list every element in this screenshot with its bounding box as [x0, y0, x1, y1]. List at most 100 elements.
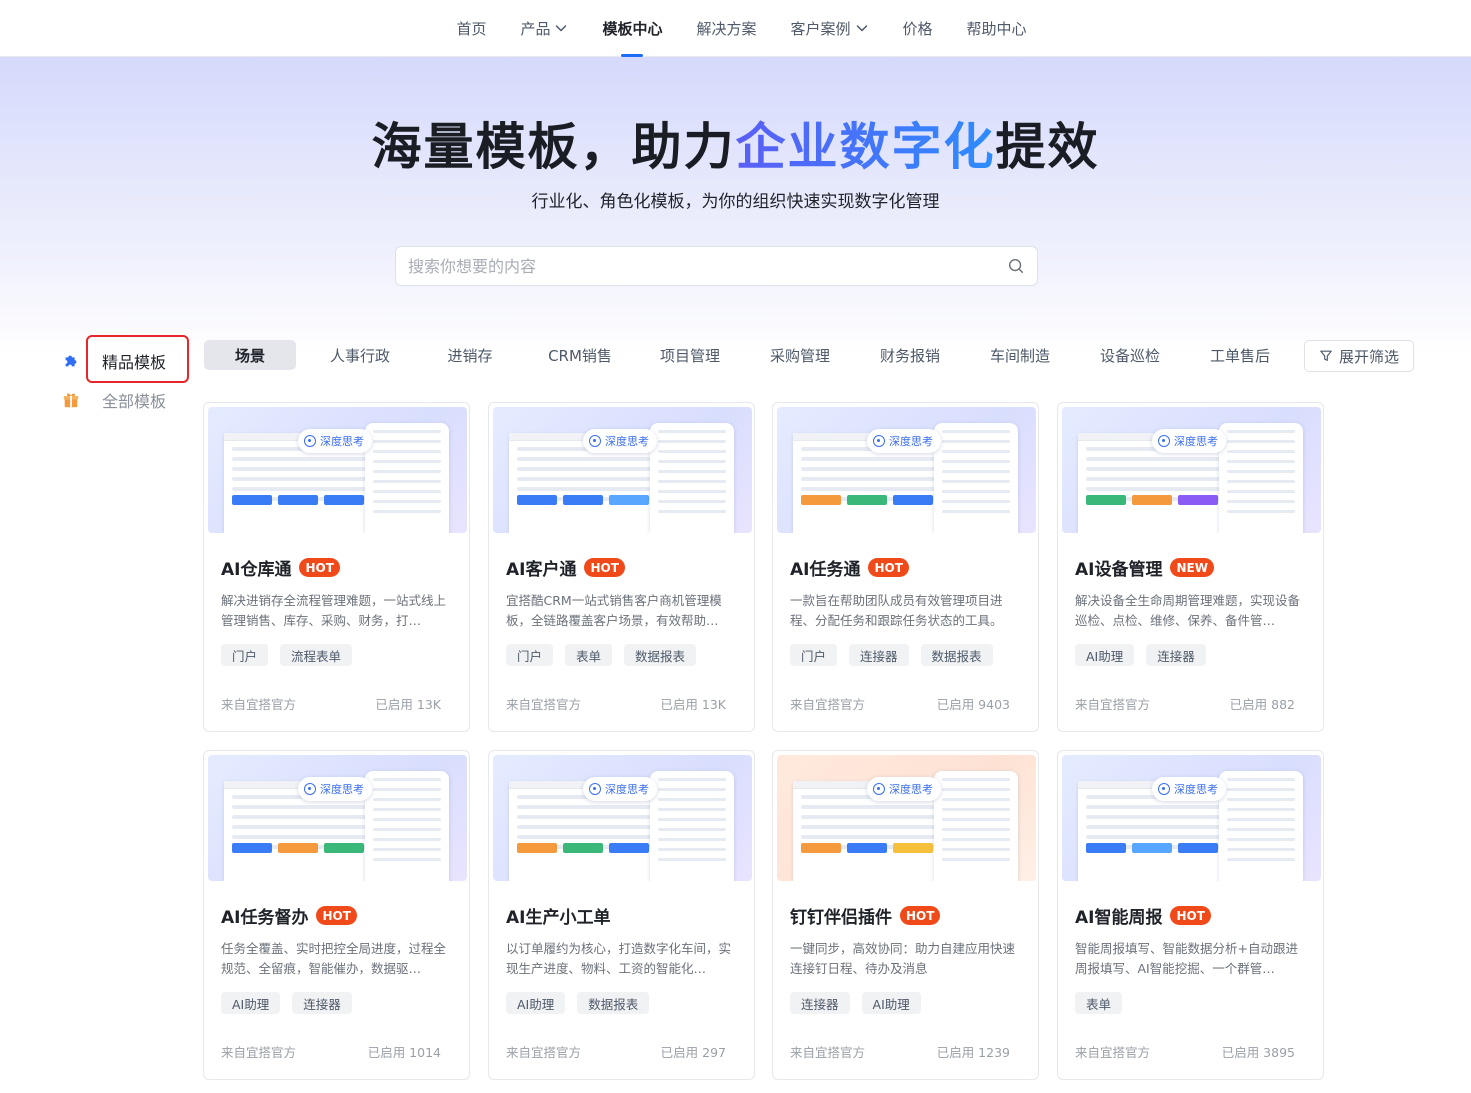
card-title: 钉钉伴侣插件 HOT [790, 903, 941, 928]
status-badge: NEW [1170, 558, 1214, 577]
card-footer: 来自宜搭官方 已启用 297 [506, 1042, 726, 1061]
template-thumbnail: 深度思考 [777, 407, 1036, 533]
card-title-text: AI仓库通 [221, 560, 292, 580]
nav-item-label: 客户案例 [790, 19, 851, 38]
thumbnail-phone-mock [650, 771, 734, 881]
card-tags: 门户 流程表单 [221, 644, 364, 666]
bulb-icon [589, 435, 601, 447]
deep-think-chip: 深度思考 [298, 429, 372, 453]
thumbnail-phone-mock [650, 423, 734, 533]
tab-0[interactable]: 场景 [204, 340, 296, 370]
template-card[interactable]: 深度思考 AI生产小工单 以订单履约为核心，打造数字化车间，实现生产进度、物料、工资… [488, 750, 755, 1080]
card-title-text: AI生产小工单 [506, 908, 611, 928]
card-tags: 连接器 AI助理 [790, 992, 933, 1014]
tab-9[interactable]: 工单售后 [1194, 340, 1286, 370]
template-card[interactable]: 深度思考 AI智能周报 HOT 智能周报填写、智能数据分析+自动跟进周报填写、AI智能… [1057, 750, 1324, 1080]
card-source: 来自宜搭官方 [790, 697, 866, 712]
nav-item-3[interactable]: 解决方案 [679, 0, 773, 57]
tab-3[interactable]: CRM销售 [534, 340, 626, 370]
card-tag: 门户 [221, 644, 269, 666]
tab-2[interactable]: 进销存 [424, 340, 516, 370]
category-tabs: 场景 人事行政 进销存 CRM销售 项目管理 采购管理 财务报销 车间制造 设备巡检 工单售后 [204, 340, 1304, 370]
status-badge: HOT [584, 558, 625, 577]
thumbnail-phone-mock [1219, 771, 1303, 881]
card-footer: 来自宜搭官方 已启用 13K [221, 694, 441, 713]
hero-subtitle: 行业化、角色化模板，为你的组织快速实现数字化管理 [531, 192, 940, 212]
card-title: AI智能周报 HOT [1075, 903, 1211, 928]
tab-1[interactable]: 人事行政 [314, 340, 406, 370]
tab-8[interactable]: 设备巡检 [1084, 340, 1176, 370]
thumbnail-phone-mock [1219, 423, 1303, 533]
card-title: AI任务督办 HOT [221, 903, 357, 928]
nav-item-5[interactable]: 价格 [886, 0, 950, 57]
nav-items: 首页 产品 模板中心 解决方案 客户案例 价格 帮助中心 [439, 0, 1043, 57]
template-thumbnail: 深度思考 [493, 407, 752, 533]
deep-think-chip: 深度思考 [583, 429, 657, 453]
expand-filter-label: 展开筛选 [1338, 347, 1399, 366]
template-card[interactable]: 深度思考 AI任务督办 HOT 任务全覆盖、实时把控全局进度，过程全规范、全留痕，智能… [203, 750, 470, 1080]
deep-think-label: 深度思考 [1174, 783, 1218, 796]
card-usage-count: 已启用 297 [660, 1045, 726, 1060]
card-tags: 门户 表单 数据报表 [506, 644, 708, 666]
nav-item-label: 模板中心 [602, 19, 663, 38]
nav-item-label: 首页 [456, 19, 487, 38]
card-tag: 表单 [565, 644, 613, 666]
nav-item-2[interactable]: 模板中心 [585, 0, 679, 57]
bulb-icon [589, 783, 601, 795]
card-tag: AI助理 [221, 992, 281, 1014]
tab-4[interactable]: 项目管理 [644, 340, 736, 370]
nav-item-1[interactable]: 产品 [503, 0, 585, 57]
card-description: 解决设备全生命周期管理难题，实现设备巡检、点检、维修、保养、备件管… [1075, 593, 1301, 628]
expand-filter-button[interactable]: 展开筛选 [1304, 340, 1414, 372]
card-tags: 表单 [1075, 992, 1134, 1014]
card-footer: 来自宜搭官方 已启用 3895 [1075, 1042, 1295, 1061]
nav-item-label: 价格 [902, 19, 933, 38]
template-card[interactable]: 深度思考 AI设备管理 NEW 解决设备全生命周期管理难题，实现设备巡检、点检、维修、… [1057, 402, 1324, 732]
template-thumbnail: 深度思考 [493, 755, 752, 881]
nav-item-4[interactable]: 客户案例 [774, 0, 886, 57]
template-card[interactable]: 深度思考 钉钉伴侣插件 HOT 一键同步，高效协同：助力自建应用快速连接钉日程、待办及… [772, 750, 1039, 1080]
card-footer: 来自宜搭官方 已启用 1014 [221, 1042, 441, 1061]
card-description: 任务全覆盖、实时把控全局进度，过程全规范、全留痕，智能催办，数据驱… [221, 941, 447, 976]
search-icon[interactable] [1007, 257, 1025, 275]
hero-title-post: 提效 [995, 118, 1100, 176]
card-source: 来自宜搭官方 [506, 1045, 582, 1060]
gift-icon [63, 393, 79, 408]
search-box[interactable] [395, 246, 1038, 286]
card-tag: 数据报表 [920, 644, 993, 666]
tab-5[interactable]: 采购管理 [754, 340, 846, 370]
sidebar-item-label: 全部模板 [102, 392, 167, 411]
card-usage-count: 已启用 1014 [367, 1045, 441, 1060]
card-tags: AI助理 连接器 [221, 992, 364, 1014]
card-source: 来自宜搭官方 [790, 1045, 866, 1060]
template-thumbnail: 深度思考 [208, 755, 467, 881]
nav-item-6[interactable]: 帮助中心 [950, 0, 1044, 57]
top-nav: 首页 产品 模板中心 解决方案 客户案例 价格 帮助中心 [0, 0, 1471, 57]
card-footer: 来自宜搭官方 已启用 882 [1075, 694, 1295, 713]
card-source: 来自宜搭官方 [1075, 1045, 1151, 1060]
card-tag: 门户 [790, 644, 838, 666]
deep-think-chip: 深度思考 [1152, 429, 1226, 453]
card-tags: AI助理 连接器 [1075, 644, 1218, 666]
card-tag: 连接器 [292, 992, 352, 1014]
card-footer: 来自宜搭官方 已启用 1239 [790, 1042, 1010, 1061]
hero-title-pre: 海量模板，助力 [371, 118, 736, 176]
chevron-down-icon [554, 21, 568, 35]
card-tag: 连接器 [849, 644, 909, 666]
nav-item-label: 帮助中心 [966, 19, 1027, 38]
status-badge: HOT [868, 558, 909, 577]
template-card[interactable]: 深度思考 AI仓库通 HOT 解决进销存全流程管理难题，一站式线上管理销售、库存、采购… [203, 402, 470, 732]
template-card[interactable]: 深度思考 AI任务通 HOT 一款旨在帮助团队成员有效管理项目进程、分配任务和跟踪任务… [772, 402, 1039, 732]
sidebar-item-all[interactable]: 全部模板 [62, 388, 166, 412]
tab-6[interactable]: 财务报销 [864, 340, 956, 370]
card-title-text: AI任务通 [790, 560, 861, 580]
card-title-text: AI智能周报 [1075, 908, 1163, 928]
template-card[interactable]: 深度思考 AI客户通 HOT 宜搭酷CRM一站式销售客户商机管理模板，全链路覆盖客户场… [488, 402, 755, 732]
card-tag: 表单 [1075, 992, 1123, 1014]
tab-7[interactable]: 车间制造 [974, 340, 1066, 370]
nav-item-0[interactable]: 首页 [439, 0, 503, 57]
card-title: AI设备管理 NEW [1075, 555, 1214, 580]
search-input[interactable] [408, 256, 1007, 276]
card-usage-count: 已启用 1239 [936, 1045, 1010, 1060]
deep-think-label: 深度思考 [889, 783, 933, 796]
